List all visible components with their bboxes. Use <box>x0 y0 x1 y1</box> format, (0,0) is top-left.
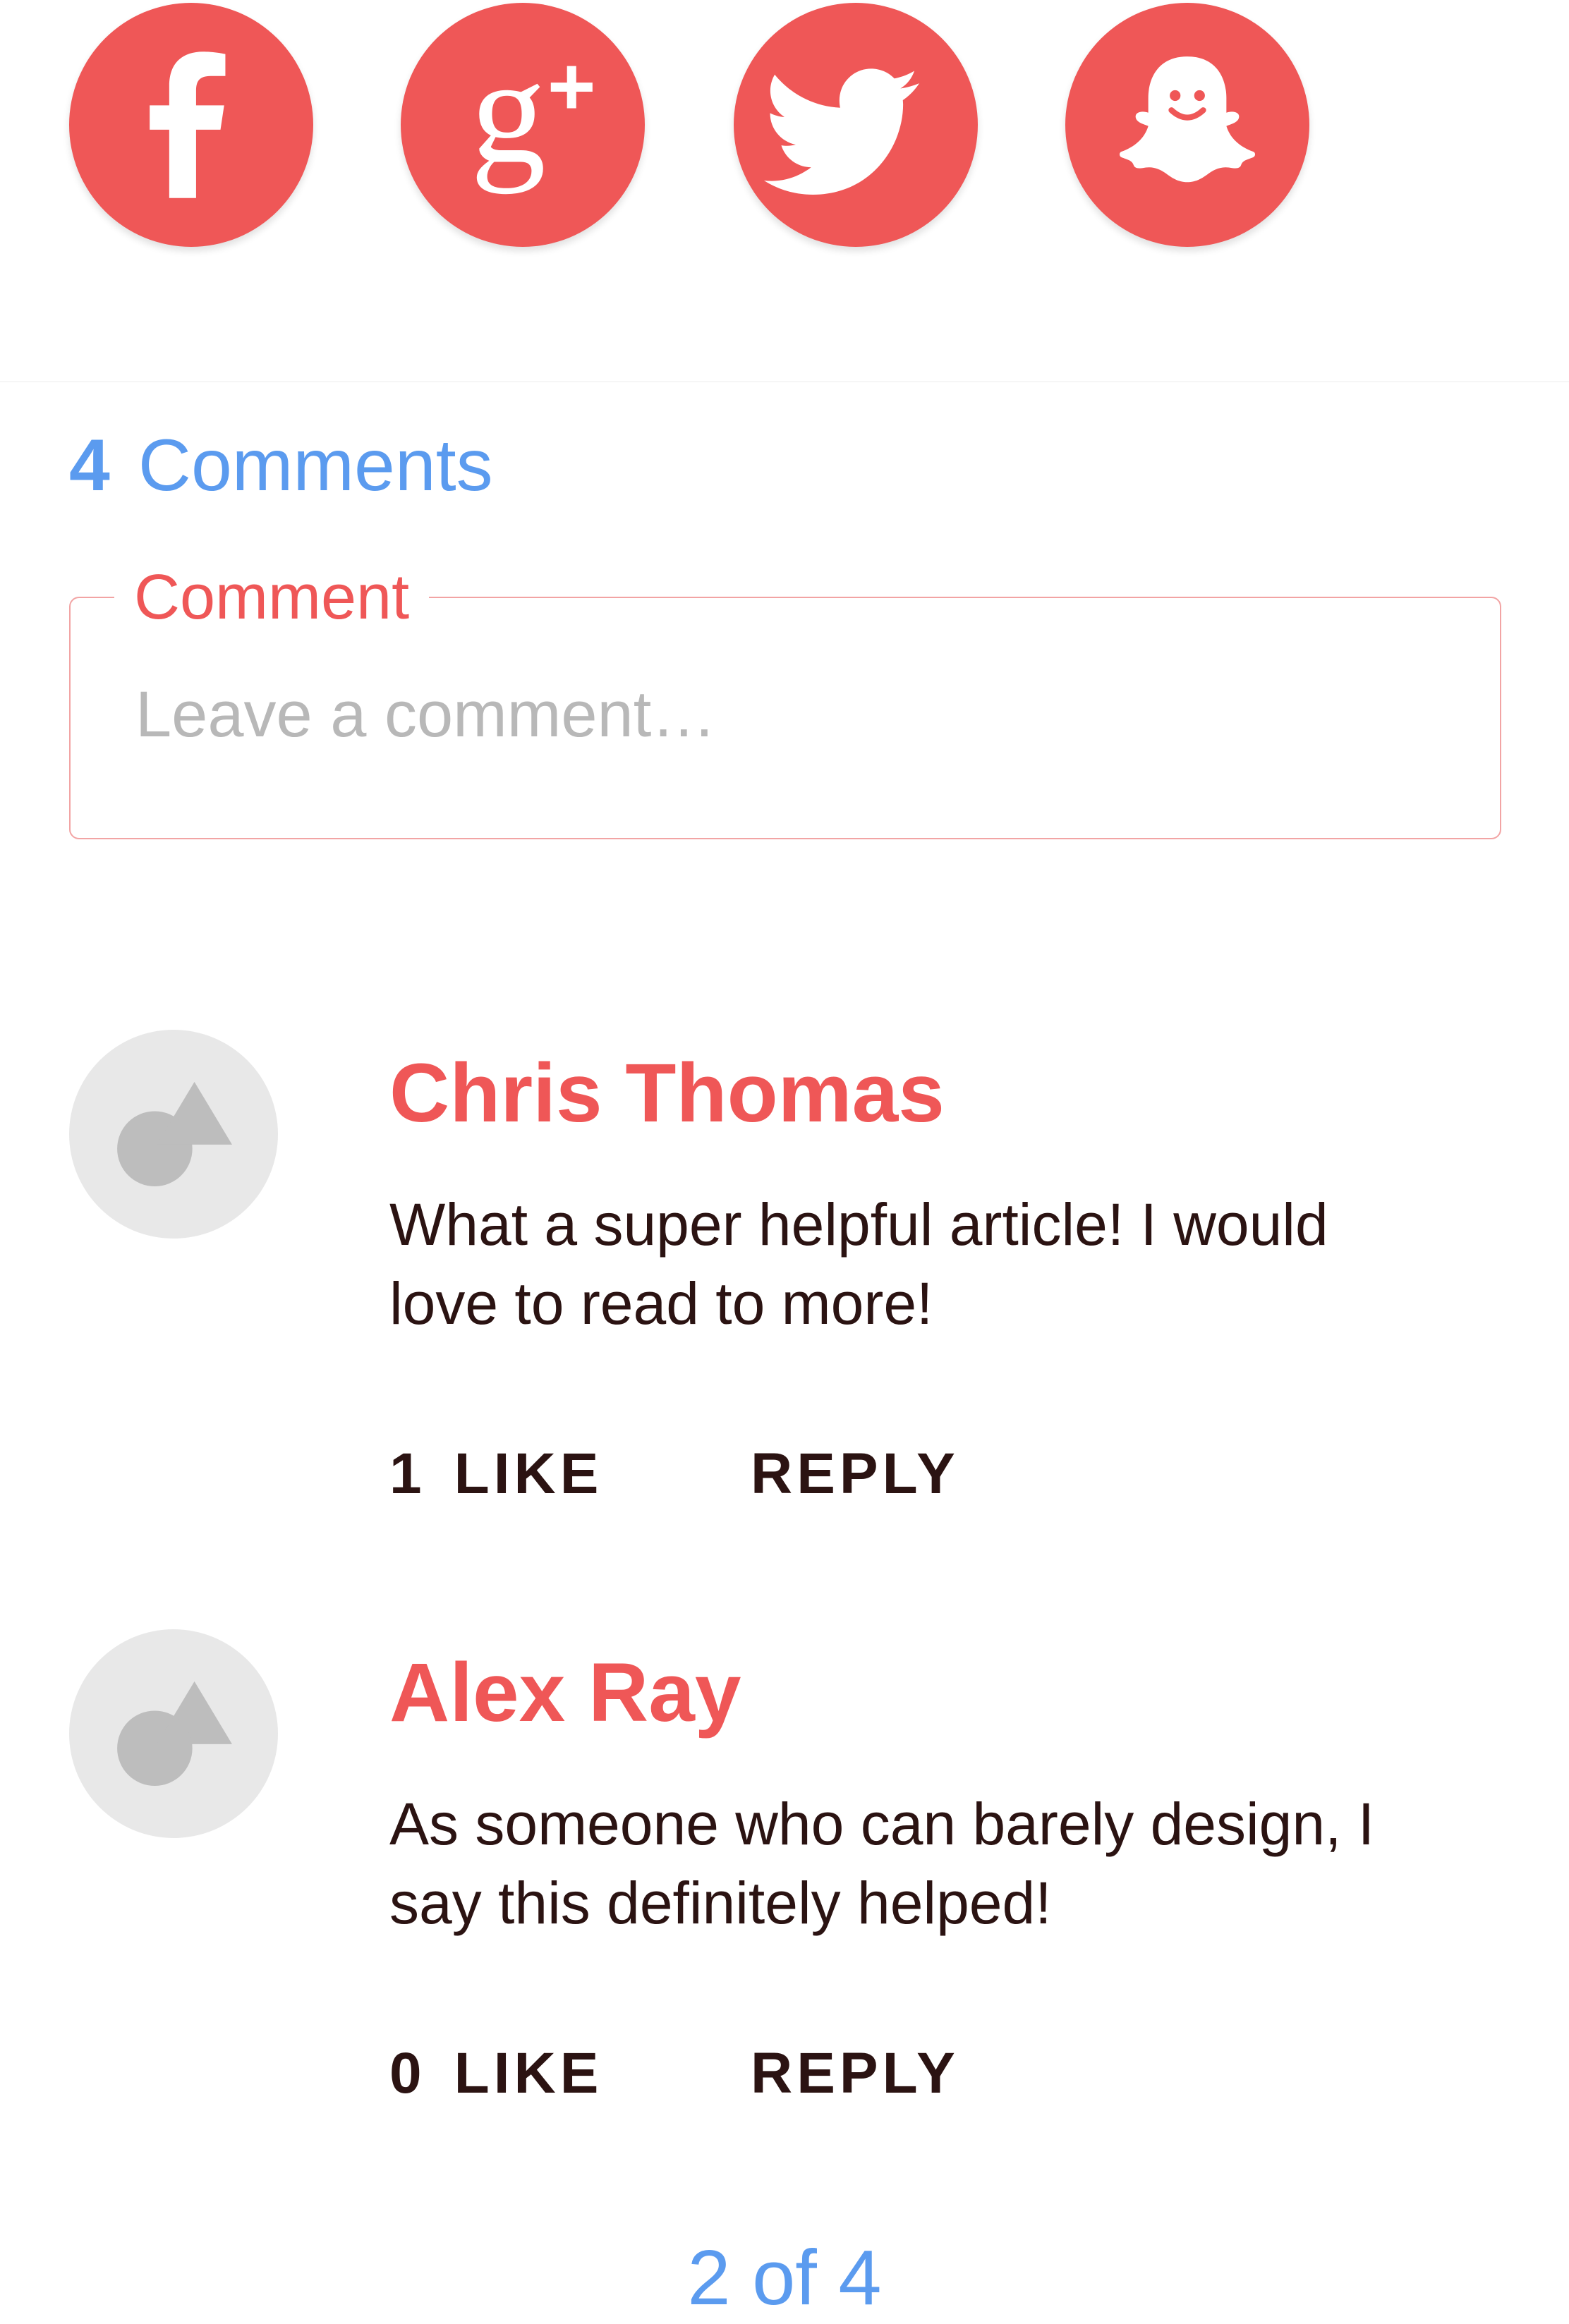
comments-label: Comments <box>138 425 493 506</box>
facebook-icon <box>150 51 226 198</box>
like-label: LIKE <box>454 2041 603 2105</box>
like-count: 1 <box>389 1442 426 1506</box>
like-button[interactable]: 0 LIKE <box>389 2038 602 2109</box>
comment-text: As someone who can barely design, I say … <box>389 1791 1375 1936</box>
avatar-placeholder-icon <box>117 1082 232 1186</box>
comment-text: What a super helpful article! I would lo… <box>389 1191 1328 1337</box>
svg-text:g: g <box>471 28 546 195</box>
comment-author[interactable]: Alex Ray <box>389 1643 741 1742</box>
twitter-share-button[interactable] <box>734 3 978 247</box>
google-plus-share-button[interactable]: g + <box>401 3 645 247</box>
facebook-share-button[interactable] <box>69 3 313 247</box>
comment-input[interactable] <box>135 676 1405 753</box>
avatar-placeholder-icon <box>117 1681 232 1786</box>
snapchat-icon <box>1119 56 1256 183</box>
snapchat-share-button[interactable] <box>1065 3 1309 247</box>
comment-field-label: Comment <box>114 566 430 629</box>
pagination-indicator[interactable]: 2 of 4 <box>0 2236 1569 2320</box>
comment-author[interactable]: Chris Thomas <box>389 1044 945 1143</box>
avatar[interactable] <box>69 1629 278 1838</box>
social-share-row: g + <box>69 3 1339 250</box>
reply-button[interactable]: REPLY <box>751 1439 959 1509</box>
comment-item: Chris Thomas What a super helpful articl… <box>69 1030 1501 1538</box>
svg-text:+: + <box>547 40 596 133</box>
reply-button[interactable]: REPLY <box>751 2038 959 2109</box>
like-count: 0 <box>389 2041 426 2105</box>
comment-item: Alex Ray As someone who can barely desig… <box>69 1629 1501 2137</box>
comments-count: 4 <box>69 425 110 506</box>
comments-header: 4 Comments <box>69 423 493 508</box>
like-button[interactable]: 1 LIKE <box>389 1439 602 1509</box>
google-plus-icon: g + <box>471 28 596 195</box>
comment-field[interactable]: Comment <box>69 566 1501 839</box>
like-label: LIKE <box>454 1442 603 1506</box>
avatar[interactable] <box>69 1030 278 1239</box>
twitter-icon <box>763 68 919 195</box>
section-divider <box>0 381 1569 382</box>
